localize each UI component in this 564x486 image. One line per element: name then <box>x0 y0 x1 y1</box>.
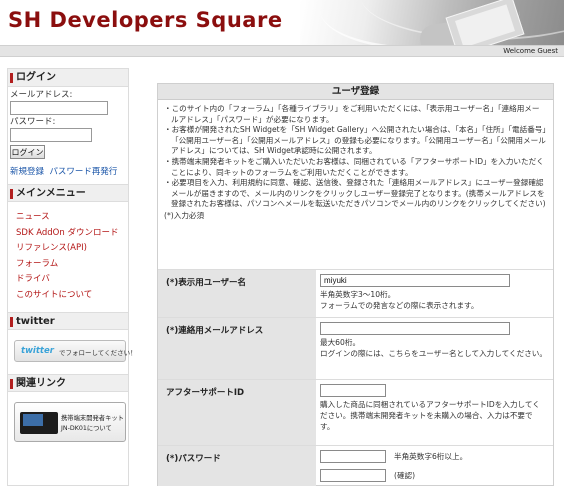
twitter-icon: twitter <box>21 346 54 356</box>
login-heading: ログイン <box>8 69 128 87</box>
email-label: メールアドレス: <box>10 90 73 100</box>
support-id-label: アフターサポートID <box>166 388 245 398</box>
email-hint2: ログインの際には、こちらをユーザー名として入力してください。 <box>320 349 547 358</box>
device-icon <box>20 412 58 434</box>
intro-item: ・必要項目を入力、利用規約に同意、確認、送信後、登録された「連絡用メールアドレス… <box>164 178 546 209</box>
login-button[interactable]: ログイン <box>10 145 45 159</box>
display-name-hint1: 半角英数字3～10桁。 <box>320 290 396 299</box>
site-header: SH Developers Square <box>0 0 564 45</box>
display-name-label: (*)表示用ユーザー名 <box>166 278 247 288</box>
main-menu-heading: メインメニュー <box>8 184 128 202</box>
intro-text: ・このサイト内の「フォーラム」「各種ライブラリ」をご利用いただくには、「表示用ユ… <box>158 100 553 221</box>
register-link[interactable]: 新規登録 <box>10 167 44 177</box>
menu-item-driver[interactable]: ドライバ <box>16 272 128 288</box>
support-id-row: アフターサポートID 購入した商品に同梱されているアフターサポートIDを入力して… <box>158 379 553 445</box>
login-links: 新規登録 パスワード再発行 <box>8 159 128 177</box>
twitter-follow-banner[interactable]: twitter でフォローしてください！ <box>14 340 137 362</box>
intro-item: ・携帯端末開発者キットをご購入いただいたお客様は、同梱されている「アフターサポー… <box>164 156 544 177</box>
main-menu: ニュース SDK AddOn ダウンロード リファレンス(API) フォーラム … <box>8 202 128 303</box>
display-name-hint2: フォーラムでの発言などの際に表示されます。 <box>320 301 479 310</box>
page-title: ユーザ登録 <box>158 84 553 100</box>
login-password-input[interactable] <box>10 128 92 142</box>
display-name-row: (*)表示用ユーザー名 半角英数字3～10桁。 フォーラムでの発言などの際に表示… <box>158 269 553 317</box>
password-hint: 半角英数字6桁以上。 <box>394 452 468 461</box>
password-reissue-link[interactable]: パスワード再発行 <box>49 167 117 177</box>
sidebar: ログイン メールアドレス: パスワード: ログイン 新規登録 パスワード再発行 … <box>7 68 137 486</box>
required-note: (*)入力必須 <box>164 210 205 220</box>
header-banner-image <box>300 0 564 45</box>
registration-panel: ユーザ登録 ・このサイト内の「フォーラム」「各種ライブラリ」をご利用いただくには… <box>157 83 554 486</box>
password-input[interactable] <box>320 450 386 463</box>
password-label: (*)パスワード <box>166 454 221 464</box>
related-links-heading: 関連リンク <box>8 374 128 392</box>
email-label: (*)連絡用メールアドレス <box>166 326 264 336</box>
menu-item-news[interactable]: ニュース <box>16 210 128 226</box>
support-id-input[interactable] <box>320 384 386 397</box>
menu-item-reference[interactable]: リファレンス(API) <box>16 241 128 257</box>
password-confirm-input[interactable] <box>320 469 386 482</box>
site-logo-title[interactable]: SH Developers Square <box>8 8 283 32</box>
password-row: (*)パスワード 半角英数字6桁以上。 (確認) <box>158 445 553 486</box>
dev-kit-banner-line1: 携帯端末開発者キット <box>61 415 124 422</box>
email-row: (*)連絡用メールアドレス 最大60桁。 ログインの際には、こちらをユーザー名と… <box>158 317 553 379</box>
email-hint1: 最大60桁。 <box>320 338 361 347</box>
menu-item-forum[interactable]: フォーラム <box>16 257 128 273</box>
support-id-hint: 購入した商品に同梱されているアフターサポートIDを入力してください。携帯端末開発… <box>320 400 540 431</box>
welcome-text: Welcome Guest <box>503 47 558 55</box>
dev-kit-banner[interactable]: 携帯端末開発者キット JN-DK01について <box>14 402 126 442</box>
password-confirm-hint: (確認) <box>394 471 416 480</box>
dev-kit-banner-line2: JN-DK01について <box>61 425 112 432</box>
twitter-heading: twitter <box>8 312 128 330</box>
display-name-input[interactable] <box>320 274 510 287</box>
menu-item-sdk-addon[interactable]: SDK AddOn ダウンロード <box>16 226 128 242</box>
email-input[interactable] <box>320 322 510 335</box>
intro-item: ・お客様が開発されたSH Widgetを「SH Widget Gallery」へ… <box>164 125 547 156</box>
top-status-bar: Welcome Guest <box>0 45 564 57</box>
twitter-follow-text: でフォローしてください！ <box>59 349 137 357</box>
password-label: パスワード: <box>10 117 56 127</box>
intro-item: ・このサイト内の「フォーラム」「各種ライブラリ」をご利用いただくには、「表示用ユ… <box>164 104 540 124</box>
login-email-input[interactable] <box>10 101 108 115</box>
menu-item-about[interactable]: このサイトについて <box>16 288 128 304</box>
